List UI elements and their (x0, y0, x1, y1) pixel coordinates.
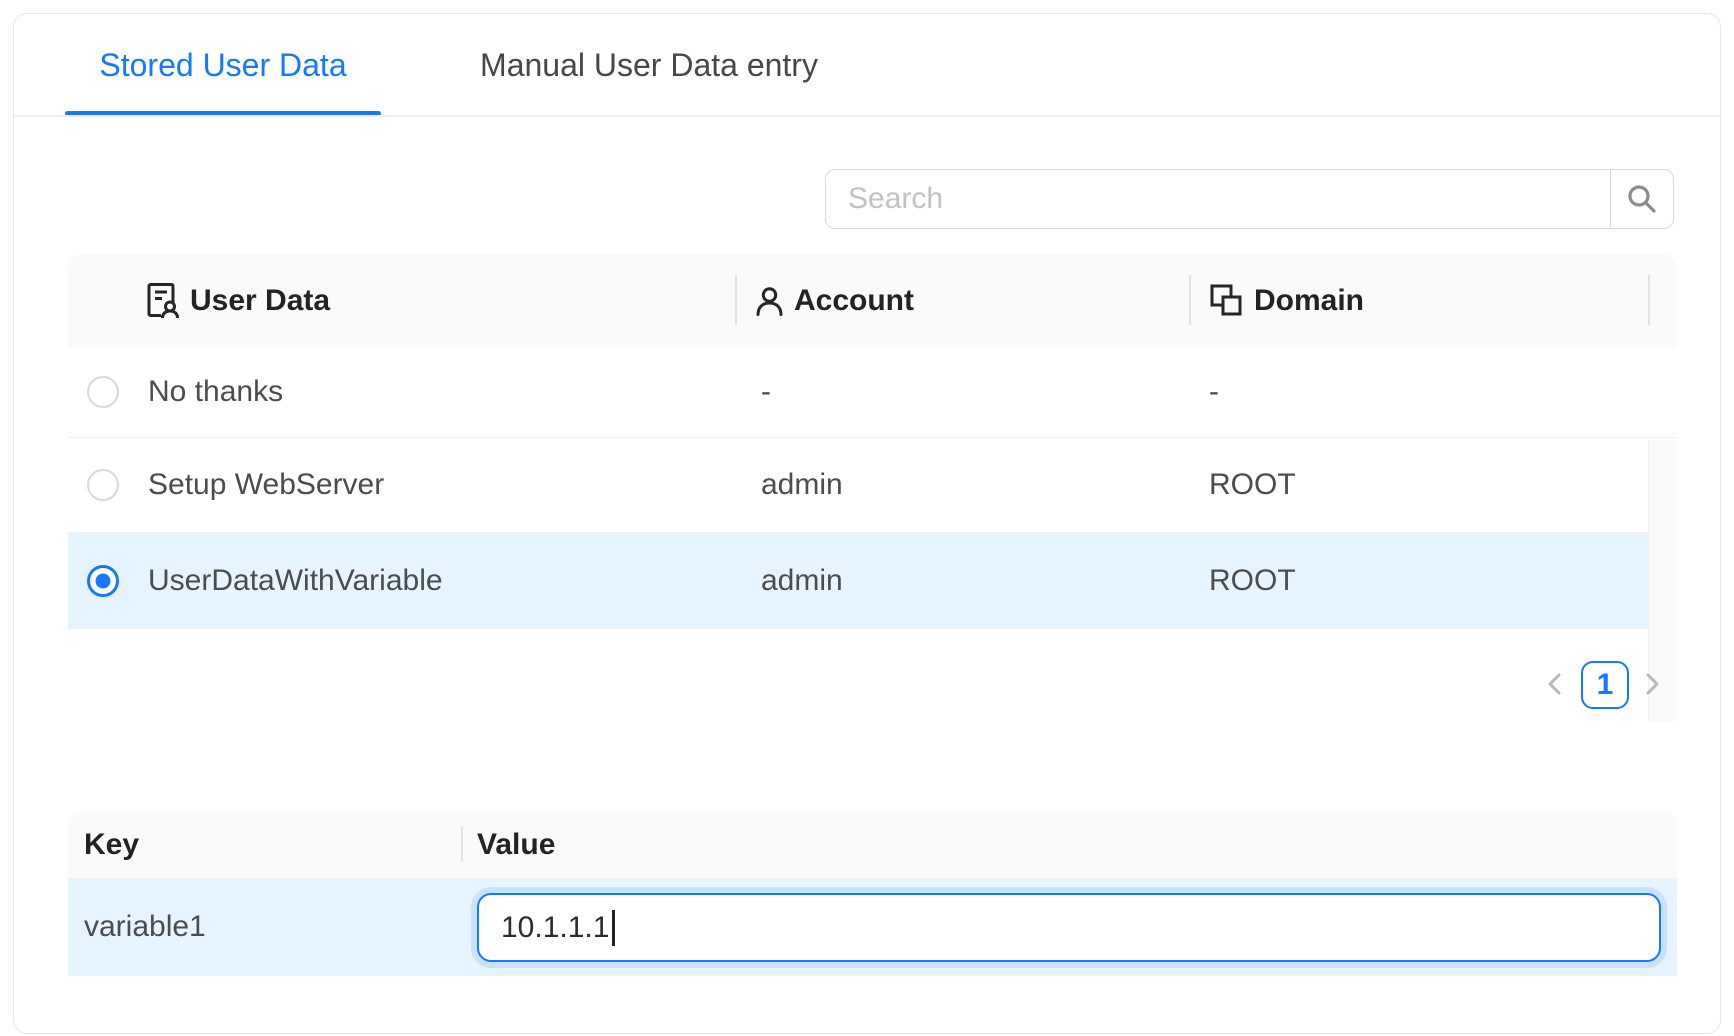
solution-icon (146, 282, 180, 319)
column-header-value: Value (477, 828, 555, 862)
cell-domain: ROOT (1209, 564, 1296, 598)
row-radio-unchecked[interactable] (87, 376, 119, 408)
variable-value-input[interactable]: 10.1.1.1 (477, 893, 1661, 962)
tabbar-divider (14, 115, 1720, 117)
row-radio-unchecked[interactable] (87, 469, 119, 501)
header-separator (1189, 275, 1191, 325)
text-cursor (612, 910, 615, 946)
search-icon (1625, 182, 1659, 216)
header-separator (461, 826, 463, 862)
panel-card: Stored User Data Manual User Data entry (13, 13, 1721, 1034)
cell-account: - (761, 375, 771, 409)
key-value-table: Key Value variable1 10.1.1.1 (68, 811, 1677, 976)
header-separator (1648, 275, 1650, 325)
key-value-table-header: Key Value (68, 811, 1677, 878)
tab-manual-user-data-entry[interactable]: Manual User Data entry (477, 42, 821, 88)
row-radio-checked[interactable] (87, 565, 119, 597)
variable-key-label: variable1 (84, 910, 206, 944)
user-data-table: User Data Account Domain (68, 254, 1677, 629)
user-data-table-header: User Data Account Domain (68, 254, 1677, 347)
cell-user-data: Setup WebServer (148, 468, 384, 502)
table-row-userdatawithvariable[interactable]: UserDataWithVariable admin ROOT (68, 533, 1677, 629)
pagination-next-button[interactable] (1637, 669, 1667, 699)
cell-account: admin (761, 468, 843, 502)
pagination-page-1[interactable]: 1 (1581, 661, 1629, 709)
column-header-label: User Data (190, 284, 330, 318)
user-icon (754, 285, 785, 317)
chevron-right-icon (1641, 671, 1663, 697)
page: Stored User Data Manual User Data entry (0, 0, 1734, 1036)
user-data-table-body: No thanks - - Setup WebServer admin ROOT… (68, 347, 1677, 629)
column-header-label: Account (794, 284, 914, 318)
table-row-no-thanks[interactable]: No thanks - - (68, 347, 1677, 438)
column-header-account: Account (754, 254, 914, 347)
chevron-left-icon (1544, 671, 1566, 697)
column-header-domain: Domain (1209, 254, 1364, 347)
search-box (825, 169, 1674, 229)
cell-domain: ROOT (1209, 468, 1296, 502)
header-separator (735, 275, 737, 325)
column-header-user-data: User Data (146, 254, 330, 347)
search-button[interactable] (1610, 169, 1675, 229)
search-input[interactable] (825, 169, 1611, 229)
pagination-prev-button[interactable] (1540, 669, 1570, 699)
cell-user-data: UserDataWithVariable (148, 564, 443, 598)
cell-user-data: No thanks (148, 375, 283, 409)
key-value-row: variable1 10.1.1.1 (68, 878, 1677, 976)
cell-domain: - (1209, 375, 1219, 409)
tab-stored-user-data[interactable]: Stored User Data (65, 42, 381, 88)
table-row-setup-webserver[interactable]: Setup WebServer admin ROOT (68, 438, 1677, 533)
cell-account: admin (761, 564, 843, 598)
column-header-label: Domain (1254, 284, 1364, 318)
block-icon (1209, 283, 1245, 319)
column-header-key: Key (84, 828, 139, 862)
variable-value-text: 10.1.1.1 (501, 911, 609, 945)
